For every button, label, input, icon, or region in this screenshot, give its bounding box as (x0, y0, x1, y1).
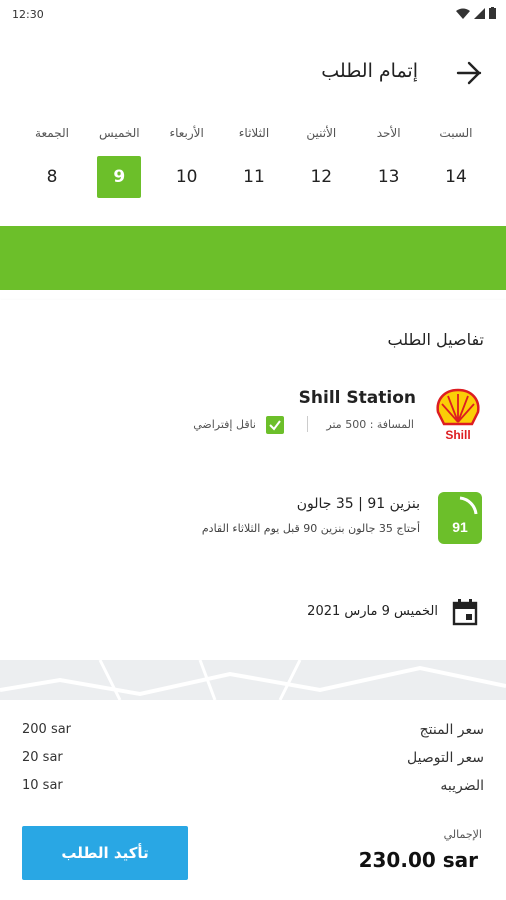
shell-logo: Shill (434, 386, 482, 442)
arrow-back-icon[interactable] (454, 58, 484, 88)
signal-icon (474, 7, 485, 19)
fuel-summary: بنزين 91 | 35 جالون (296, 496, 420, 512)
confirm-order-button[interactable]: تأكيد الطلب (22, 826, 188, 880)
banner-text: الطلب متاح ويمكن إرسالة (284, 22, 476, 40)
station-name: Shill Station (298, 388, 416, 408)
day-number: 10 (175, 167, 198, 187)
day-name: الأحد (376, 126, 401, 140)
day-name: السبت (439, 126, 473, 140)
svg-text:91: 91 (452, 519, 468, 535)
price-row: سعر المنتج 200 sar (22, 722, 484, 744)
price-label: سعر المنتج (419, 722, 484, 738)
day-selector: السبت 14 الأحد 13 الأثنين 12 الثلاثاء 11 الأربعا… (22, 126, 486, 206)
delivery-date: الخميس 9 مارس 2021 (307, 604, 438, 619)
day-number: 9 (97, 156, 142, 198)
wifi-icon (456, 8, 470, 19)
price-row: سعر التوصيل 20 sar (22, 750, 484, 772)
price-row: الضريبه 10 sar (22, 778, 484, 800)
default-checkbox[interactable] (266, 416, 284, 434)
day-number: 11 (243, 167, 265, 187)
day-item[interactable]: الأثنين 12 (291, 126, 351, 206)
price-value: 10 sar (22, 778, 63, 793)
day-item[interactable]: الخميس 9 (89, 126, 149, 206)
status-time: 12:30 (12, 8, 44, 21)
day-item[interactable]: الأحد 13 (359, 126, 419, 206)
calendar-icon (452, 599, 478, 626)
day-item[interactable]: الثلاثاء 11 (224, 126, 284, 206)
double-check-icon (26, 24, 52, 42)
day-name: الخميس (99, 126, 140, 140)
battery-icon (489, 7, 496, 19)
svg-text:Shill: Shill (445, 428, 470, 442)
day-item[interactable]: الأربعاء 10 (157, 126, 217, 206)
fuel-badge: 91 (438, 492, 482, 544)
station-distance: المسافة : 500 متر (326, 418, 414, 431)
day-number: 12 (310, 167, 333, 187)
divider (307, 416, 308, 432)
price-label: الضريبه (440, 778, 484, 794)
day-item[interactable]: السبت 14 (426, 126, 486, 206)
day-number: 13 (377, 167, 400, 187)
day-number: 8 (46, 167, 58, 187)
price-value: 200 sar (22, 722, 72, 737)
status-icons (456, 7, 496, 19)
fuel-note: أحتاج 35 جالون بنزين 90 قبل يوم الثلاثاء… (201, 522, 420, 535)
availability-banner (0, 226, 506, 290)
default-carrier-label: ناقل إفتراضي (193, 418, 256, 431)
page-title: إتمام الطلب (321, 60, 418, 82)
total-label: الإجمالي (443, 828, 482, 841)
day-number: 14 (445, 167, 467, 187)
total-value: 230.00 sar (358, 848, 478, 872)
day-name: الثلاثاء (238, 126, 270, 140)
day-name: الجمعة (35, 126, 69, 140)
day-item[interactable]: الجمعة 8 (22, 126, 82, 206)
map-preview (0, 660, 506, 700)
details-title: تفاصيل الطلب (387, 330, 485, 349)
price-value: 20 sar (22, 750, 63, 765)
price-label: سعر التوصيل (407, 750, 484, 766)
day-name: الأثنين (306, 126, 337, 140)
day-name: الأربعاء (169, 126, 204, 140)
